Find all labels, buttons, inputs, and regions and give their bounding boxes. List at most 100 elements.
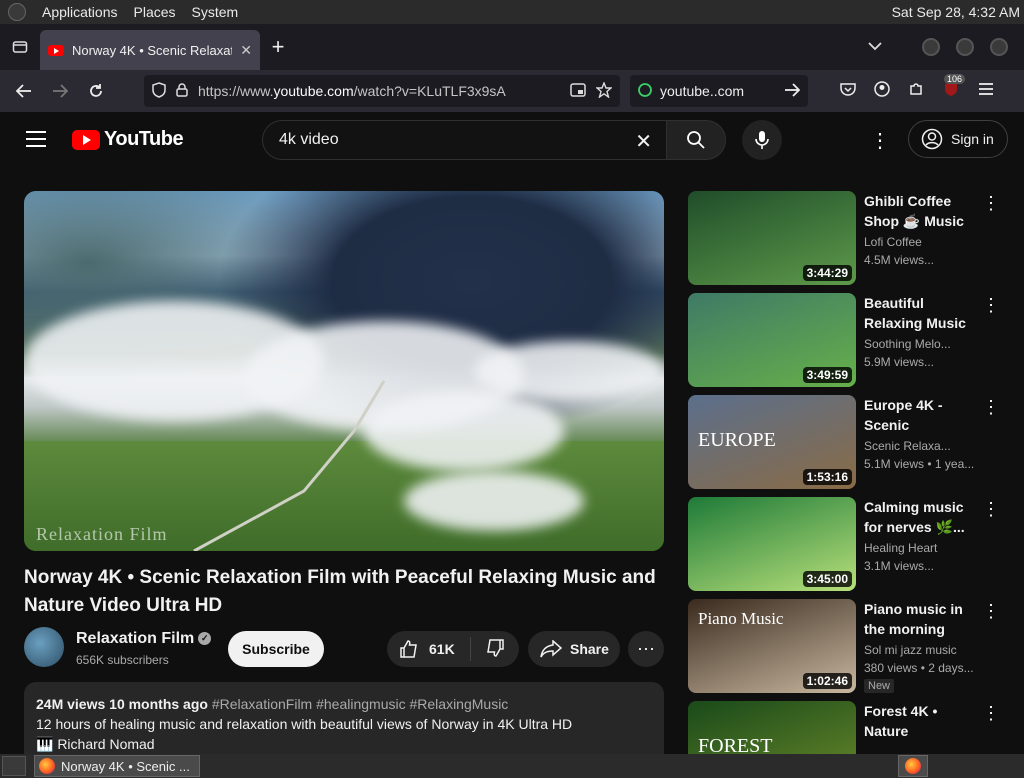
recommendation-channel[interactable]: Soothing Melo... (864, 337, 976, 351)
channel-avatar[interactable] (24, 627, 64, 667)
recommendation-channel[interactable]: Lofi Coffee (864, 235, 976, 249)
sign-in-button[interactable]: Sign in (908, 120, 1008, 158)
workspace-switcher[interactable] (898, 755, 928, 777)
recommendation-thumbnail[interactable]: Piano Music 1:02:46 (688, 599, 856, 693)
recommendation-card[interactable]: Piano Music 1:02:46 Piano music in the m… (688, 599, 1008, 695)
like-count: 61K (429, 641, 455, 657)
menu-places[interactable]: Places (134, 4, 176, 20)
verified-check-icon: ✓ (198, 632, 212, 646)
recommendation-title[interactable]: Piano music in the morning for... (864, 599, 976, 639)
youtube-logo[interactable]: YouTube (72, 128, 184, 151)
description-box[interactable]: 24M views 10 months ago #RelaxationFilm … (24, 682, 664, 754)
video-duration: 3:45:00 (802, 571, 852, 587)
hashtags[interactable]: #RelaxationFilm #healingmusic #RelaxingM… (212, 696, 508, 712)
recommendation-kebab-icon[interactable]: ⋮ (982, 295, 1000, 316)
url-bar[interactable]: https://www.youtube.com/watch?v=KLuTLF3x… (144, 75, 620, 107)
recommendation-card[interactable]: 3:44:29 Ghibli Coffee Shop ☕ Music t... … (688, 191, 1008, 287)
picture-in-picture-icon[interactable] (570, 82, 586, 100)
share-button[interactable]: Share (528, 631, 620, 667)
recommendation-kebab-icon[interactable]: ⋮ (982, 397, 1000, 418)
close-window-button[interactable] (990, 38, 1008, 56)
web-search-box[interactable]: youtube..com (630, 75, 808, 107)
tab-title: Norway 4K • Scenic Relaxati (72, 42, 233, 58)
recommendation-thumbnail[interactable]: FOREST (688, 701, 856, 754)
clock[interactable]: Sat Sep 28, 4:32 AM (892, 4, 1024, 20)
recommendation-thumbnail[interactable]: 3:44:29 (688, 191, 856, 285)
recommendation-card[interactable]: 3:49:59 Beautiful Relaxing Music ... Soo… (688, 293, 1008, 389)
forward-arrow-icon[interactable] (42, 73, 78, 109)
recommendation-thumbnail[interactable]: 3:45:00 (688, 497, 856, 591)
video-frame-road (193, 380, 386, 551)
browser-tab[interactable]: Norway 4K • Scenic Relaxati ✕ (40, 30, 260, 70)
recommendation-card[interactable]: FOREST Forest 4K • Nature Relaxati... ⋮ (688, 701, 1008, 754)
tab-overflow-chevron-down-icon[interactable] (868, 38, 882, 56)
thumbnail-overlay-text: FOREST (698, 735, 773, 754)
youtube-search-input[interactable]: 4k video ✕ (262, 120, 666, 160)
voice-search-button[interactable] (742, 120, 782, 160)
ublock-extension-icon[interactable]: 106 (942, 73, 966, 103)
extension-badge: 106 (944, 73, 966, 84)
channel-name-row[interactable]: Relaxation Film ✓ (76, 630, 212, 648)
subscriber-count: 656K subscribers (76, 653, 169, 667)
recommendation-card[interactable]: EUROPE 1:53:16 Europe 4K - Scenic Relaxa… (688, 395, 1008, 491)
subscribe-button[interactable]: Subscribe (228, 631, 324, 667)
search-engine-icon (638, 82, 652, 100)
clear-search-icon[interactable]: ✕ (635, 129, 652, 154)
video-title: Norway 4K • Scenic Relaxation Film with … (24, 567, 656, 616)
video-duration: 3:49:59 (802, 367, 852, 383)
new-tab-button[interactable]: + (260, 34, 296, 60)
firefox-icon (39, 758, 55, 774)
recommendation-kebab-icon[interactable]: ⋮ (982, 601, 1000, 622)
video-duration: 1:02:46 (802, 673, 852, 689)
firefox-tray-icon (905, 758, 921, 774)
close-tab-icon[interactable]: ✕ (240, 42, 252, 59)
search-button[interactable] (666, 120, 726, 160)
video-player[interactable]: Relaxation Film (24, 191, 664, 551)
app-menu-hamburger-icon[interactable] (978, 82, 994, 101)
show-desktop-icon[interactable] (2, 756, 26, 776)
extensions-puzzle-icon[interactable] (908, 81, 924, 102)
maximize-window-button[interactable] (956, 38, 974, 56)
recommendation-title[interactable]: Europe 4K - Scenic Relaxati... (864, 395, 976, 435)
minimize-window-button[interactable] (922, 38, 940, 56)
youtube-play-logo-icon (72, 129, 100, 150)
recommendation-thumbnail[interactable]: EUROPE 1:53:16 (688, 395, 856, 489)
pocket-icon[interactable] (840, 82, 856, 101)
recommendation-title[interactable]: Calming music for nerves 🌿... (864, 497, 976, 537)
back-arrow-icon[interactable] (6, 73, 42, 109)
recommendation-card[interactable]: 3:45:00 Calming music for nerves 🌿... He… (688, 497, 1008, 593)
recommendation-channel[interactable]: Sol mi jazz music (864, 643, 976, 657)
settings-kebab-icon[interactable]: ⋮ (870, 128, 890, 153)
recommendation-thumbnail[interactable]: 3:49:59 (688, 293, 856, 387)
recommendation-views: 3.1M views... (864, 559, 935, 573)
recommendation-kebab-icon[interactable]: ⋮ (982, 193, 1000, 214)
recommendation-views: 5.1M views • 1 yea... (864, 457, 975, 471)
taskbar-window-button[interactable]: Norway 4K • Scenic ... (34, 755, 200, 777)
recommendation-title[interactable]: Forest 4K • Nature Relaxati... (864, 701, 976, 741)
shield-icon[interactable] (152, 81, 166, 101)
recommendation-title[interactable]: Beautiful Relaxing Music ... (864, 293, 976, 333)
recommendation-channel[interactable]: Scenic Relaxa... (864, 439, 976, 453)
like-button[interactable]: 61K (387, 637, 471, 661)
distro-logo-icon[interactable] (8, 3, 26, 21)
account-icon[interactable] (874, 80, 890, 102)
channel-name[interactable]: Relaxation Film (76, 630, 194, 647)
bookmark-star-icon[interactable] (595, 80, 613, 101)
dislike-button[interactable] (471, 638, 505, 661)
recommendation-channel[interactable]: Healing Heart (864, 541, 976, 555)
menu-applications[interactable]: Applications (42, 4, 118, 20)
web-search-text: youtube..com (660, 83, 745, 99)
guide-menu-icon[interactable] (26, 131, 46, 147)
video-watermark: Relaxation Film (36, 524, 168, 544)
tab-list-icon[interactable] (0, 24, 40, 70)
recommendation-views: 5.9M views... (864, 355, 935, 369)
menu-system[interactable]: System (192, 4, 239, 20)
thumbnail-overlay-text: Piano Music (698, 609, 784, 628)
reload-icon[interactable] (78, 73, 114, 109)
go-arrow-icon[interactable] (784, 82, 801, 100)
more-actions-icon[interactable]: ⋯ (628, 631, 664, 667)
recommendation-kebab-icon[interactable]: ⋮ (982, 499, 1000, 520)
lock-icon[interactable] (176, 82, 188, 100)
recommendation-kebab-icon[interactable]: ⋮ (982, 703, 1000, 724)
recommendation-title[interactable]: Ghibli Coffee Shop ☕ Music t... (864, 191, 976, 231)
